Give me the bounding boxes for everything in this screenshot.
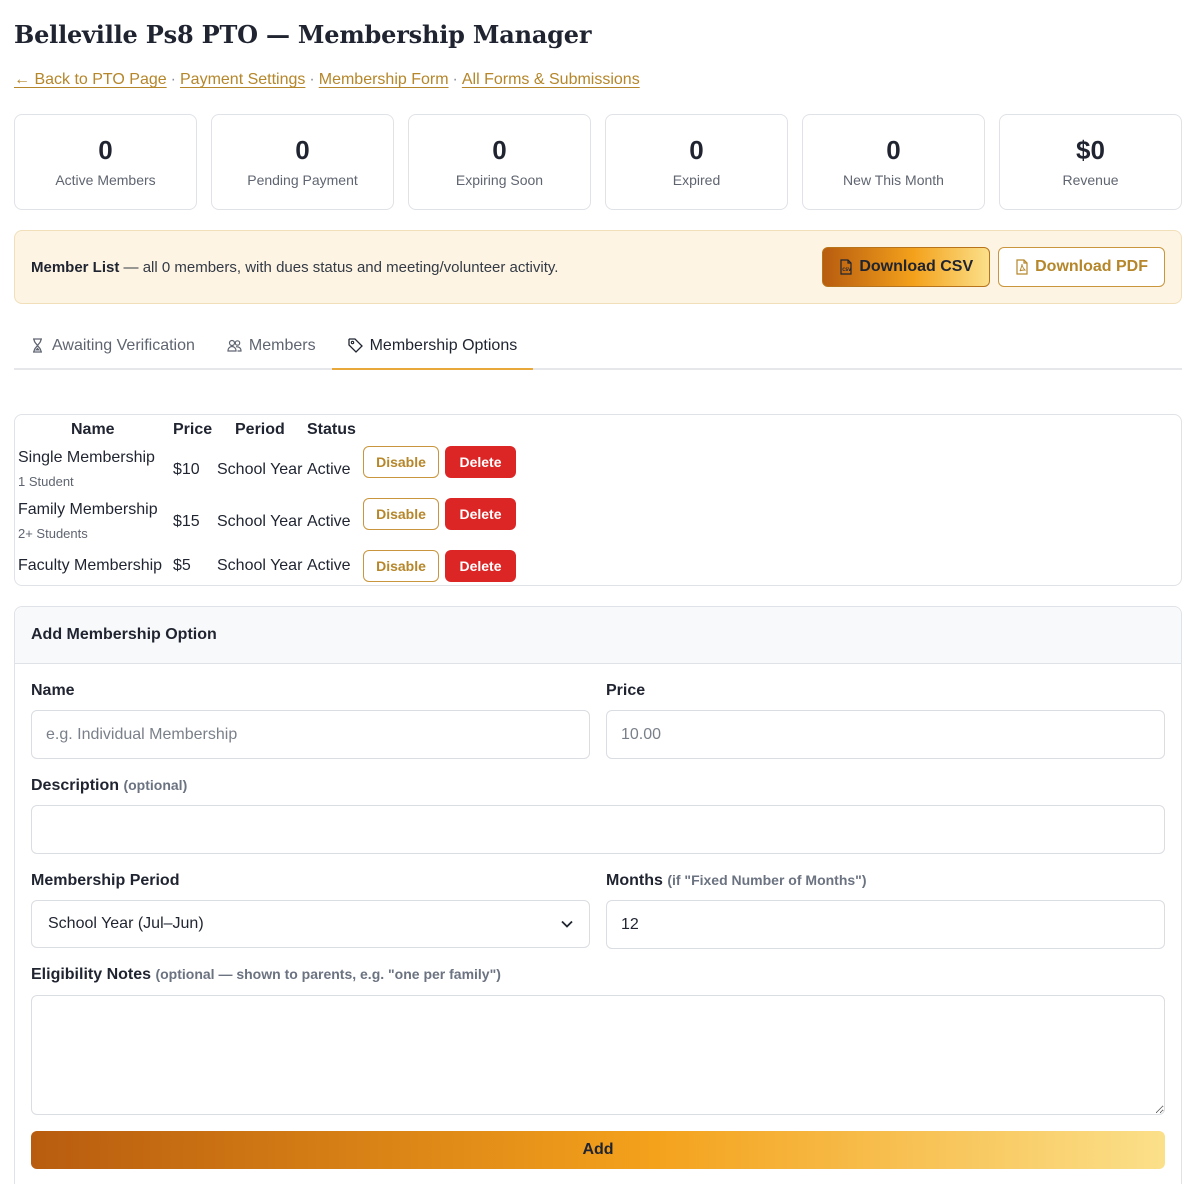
description-hint: (optional) xyxy=(123,777,188,793)
stat-label: Pending Payment xyxy=(247,172,358,188)
tab-label: Membership Options xyxy=(369,336,518,354)
breadcrumb-separator: · xyxy=(452,71,458,88)
delete-button[interactable]: Delete xyxy=(445,550,516,582)
stat-label: Revenue xyxy=(1062,172,1119,188)
add-button[interactable]: Add xyxy=(31,1131,1165,1169)
chevron-down-icon xyxy=(561,920,573,928)
card-heading: Add Membership Option xyxy=(15,607,1181,664)
download-csv-label: Download CSV xyxy=(859,258,974,275)
payment-settings-link[interactable]: Payment Settings xyxy=(180,71,305,88)
option-name: Family Membership xyxy=(18,501,158,518)
option-period: School Year xyxy=(217,557,303,574)
banner-text: Member List — all 0 members, with dues s… xyxy=(31,259,822,276)
stat-card-expired: 0 Expired xyxy=(605,114,788,210)
option-name: Single Membership xyxy=(18,449,155,466)
disable-button[interactable]: Disable xyxy=(363,550,439,582)
price-input[interactable] xyxy=(606,710,1165,759)
column-header-name: Name xyxy=(71,421,115,438)
back-to-pto-link[interactable]: ← Back to PTO Page xyxy=(14,71,167,88)
stat-value: 0 xyxy=(295,135,310,165)
add-membership-option-card: Add Membership Option Name Price Descrip… xyxy=(14,606,1182,1184)
download-pdf-label: Download PDF xyxy=(1035,258,1148,275)
stat-value: 0 xyxy=(886,135,901,165)
eligibility-notes-textarea[interactable] xyxy=(31,995,1165,1115)
eligibility-label: Eligibility Notes xyxy=(31,966,152,983)
eligibility-label-row: Eligibility Notes (optional — shown to p… xyxy=(31,966,501,984)
option-price: $10 xyxy=(173,461,200,478)
months-label: Months xyxy=(606,872,663,889)
tab-label: Members xyxy=(248,336,316,354)
tag-icon xyxy=(347,338,363,353)
stat-value: 0 xyxy=(98,135,113,165)
file-pdf-icon xyxy=(1016,259,1028,275)
tab-membership-options[interactable]: Membership Options xyxy=(331,323,534,370)
option-period: School Year xyxy=(217,513,303,530)
column-header-status: Status xyxy=(307,421,356,438)
tab-label: Awaiting Verification xyxy=(52,336,195,354)
banner-description: — all 0 members, with dues status and me… xyxy=(119,258,559,276)
selected-period: School Year (Jul–Jun) xyxy=(48,915,204,932)
option-status: Active xyxy=(307,513,351,530)
page-title: Belleville Ps8 PTO — Membership Manager xyxy=(14,20,592,49)
option-subtitle: 2+ Students xyxy=(18,526,88,541)
hourglass-icon xyxy=(33,338,42,353)
stat-value: $0 xyxy=(1076,135,1105,165)
months-label-row: Months (if "Fixed Number of Months") xyxy=(606,872,866,890)
disable-button[interactable]: Disable xyxy=(363,498,439,530)
months-hint: (if "Fixed Number of Months") xyxy=(667,872,867,888)
description-input[interactable] xyxy=(31,805,1165,854)
option-status: Active xyxy=(307,557,351,574)
member-list-banner: Member List — all 0 members, with dues s… xyxy=(14,230,1182,304)
column-header-period: Period xyxy=(235,421,285,438)
stat-label: New This Month xyxy=(843,172,944,188)
file-csv-icon: CSV xyxy=(840,259,853,275)
page: Belleville Ps8 PTO — Membership Manager … xyxy=(0,0,1194,1184)
breadcrumb-separator: · xyxy=(170,71,176,88)
tab-bar: Awaiting Verification Members Membership… xyxy=(14,323,1182,370)
stat-card-expiring-soon: 0 Expiring Soon xyxy=(408,114,591,210)
membership-options-table: Name Price Period Status Single Membersh… xyxy=(14,414,1182,586)
all-forms-link[interactable]: All Forms & Submissions xyxy=(462,71,640,88)
membership-period-select[interactable]: School Year (Jul–Jun) xyxy=(31,900,590,948)
stat-card-active-members: 0 Active Members xyxy=(14,114,197,210)
option-price: $5 xyxy=(173,557,191,574)
eligibility-hint: (optional — shown to parents, e.g. "one … xyxy=(155,966,501,982)
breadcrumb: ← Back to PTO Page · Payment Settings · Memb… xyxy=(14,71,640,89)
name-input[interactable] xyxy=(31,710,590,759)
stats-row: 0 Active Members 0 Pending Payment 0 Exp… xyxy=(14,114,1182,210)
months-input[interactable] xyxy=(606,900,1165,949)
option-period: School Year xyxy=(217,461,303,478)
tab-awaiting-verification[interactable]: Awaiting Verification xyxy=(14,323,211,368)
download-pdf-button[interactable]: Download PDF xyxy=(998,247,1165,287)
stat-label: Active Members xyxy=(55,172,156,188)
delete-button[interactable]: Delete xyxy=(445,446,516,478)
description-label: Description xyxy=(31,777,120,794)
name-label: Name xyxy=(31,682,75,699)
period-label: Membership Period xyxy=(31,872,180,889)
price-label: Price xyxy=(606,682,646,699)
stat-card-pending-payment: 0 Pending Payment xyxy=(211,114,394,210)
stat-label: Expired xyxy=(672,172,721,188)
download-csv-button[interactable]: CSV Download CSV xyxy=(822,247,991,287)
membership-form-link[interactable]: Membership Form xyxy=(319,71,449,88)
option-price: $15 xyxy=(173,513,200,530)
stat-card-new-this-month: 0 New This Month xyxy=(802,114,985,210)
tab-members[interactable]: Members xyxy=(211,323,332,368)
disable-button[interactable]: Disable xyxy=(363,446,439,478)
delete-button[interactable]: Delete xyxy=(445,498,516,530)
users-icon xyxy=(227,339,242,352)
stat-value: 0 xyxy=(689,135,704,165)
stat-card-revenue: $0 Revenue xyxy=(999,114,1182,210)
option-status: Active xyxy=(307,461,351,478)
description-label-row: Description (optional) xyxy=(31,777,187,795)
stat-label: Expiring Soon xyxy=(455,172,544,188)
banner-title: Member List xyxy=(31,258,120,276)
stat-value: 0 xyxy=(492,135,507,165)
svg-text:CSV: CSV xyxy=(843,267,853,272)
column-header-price: Price xyxy=(173,421,213,438)
breadcrumb-separator: · xyxy=(309,71,315,88)
option-name: Faculty Membership xyxy=(18,557,163,574)
option-subtitle: 1 Student xyxy=(18,474,74,489)
